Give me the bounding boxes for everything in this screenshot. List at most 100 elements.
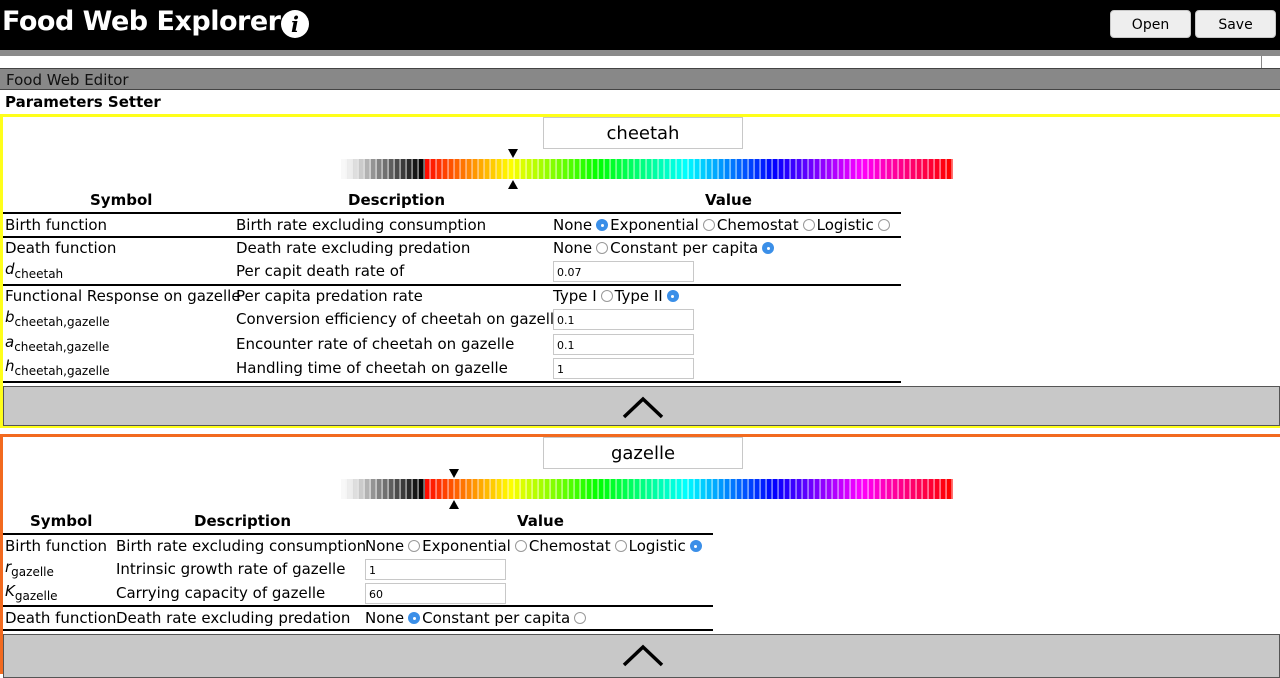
symbol-letter: h — [5, 357, 15, 375]
spectrum-stripe — [551, 479, 556, 499]
spectrum-stripe — [875, 479, 880, 499]
symbol-subscript: cheetah — [14, 267, 64, 281]
conversion-efficiency-input[interactable]: 0.1 — [553, 309, 694, 330]
spectrum-stripe — [479, 479, 484, 499]
spectrum-stripe — [629, 159, 634, 179]
top-bar: Food Web Explorer i Open Save — [0, 0, 1280, 50]
spectrum-stripe — [923, 479, 928, 499]
food-web-editor-header[interactable]: Food Web Editor — [0, 68, 1280, 90]
spectrum-stripe — [467, 159, 472, 179]
species-name-field[interactable]: gazelle — [543, 437, 743, 469]
option-label: Constant per capita — [610, 239, 759, 257]
radio-constant-per-capita[interactable] — [574, 612, 587, 624]
death-rate-desc: Per capit death rate of — [236, 262, 405, 280]
spectrum-stripe — [893, 159, 898, 179]
radio-none[interactable] — [596, 219, 609, 231]
spectrum-stripe — [563, 479, 568, 499]
spectrum-stripe — [389, 479, 394, 499]
radio-none[interactable] — [408, 540, 421, 552]
spectrum-stripe — [473, 479, 478, 499]
table-rule — [3, 605, 713, 607]
hue-marker-top[interactable] — [449, 469, 459, 478]
spectrum-stripe — [653, 159, 658, 179]
growth-rate-input[interactable]: 1 — [365, 559, 506, 580]
handling-time-desc: Handling time of cheetah on gazelle — [236, 359, 508, 377]
spectrum-stripe — [951, 479, 953, 499]
spectrum-stripe — [713, 479, 718, 499]
spectrum-stripe — [833, 479, 838, 499]
parameters-setter-title: Parameters Setter — [5, 93, 161, 111]
spectrum-stripe — [671, 479, 676, 499]
radio-constant-per-capita[interactable] — [762, 242, 775, 254]
hue-marker-bottom[interactable] — [449, 500, 459, 509]
spectrum-stripe — [587, 159, 592, 179]
symbol-letter: b — [5, 308, 15, 326]
birth-function-label: Birth function — [5, 537, 108, 555]
spectrum-stripe — [413, 479, 418, 499]
spectrum-stripe — [521, 159, 526, 179]
spectrum-stripe — [905, 159, 910, 179]
spectrum-stripe — [575, 479, 580, 499]
spectrum-stripe — [425, 479, 430, 499]
info-icon[interactable]: i — [281, 10, 309, 38]
death-rate-input[interactable]: 0.07 — [553, 261, 694, 282]
spectrum-stripe — [767, 479, 772, 499]
radio-logistic[interactable] — [689, 540, 702, 552]
carrying-capacity-input[interactable]: 60 — [365, 583, 506, 604]
spectrum-stripe — [653, 479, 658, 499]
divider-bar — [0, 50, 1280, 56]
spectrum-stripe — [917, 159, 922, 179]
table-rule — [3, 284, 901, 286]
spectrum-stripe — [455, 479, 460, 499]
spectrum-stripe — [737, 159, 742, 179]
column-header-description: Description — [348, 191, 446, 209]
spectrum-stripe — [521, 479, 526, 499]
spectrum-stripe — [341, 159, 346, 179]
radio-chemostat[interactable] — [614, 540, 627, 552]
encounter-rate-input[interactable]: 0.1 — [553, 334, 694, 355]
save-button[interactable]: Save — [1195, 10, 1276, 38]
spectrum-stripe — [833, 159, 838, 179]
conversion-efficiency-desc: Conversion efficiency of cheetah on gaze… — [236, 310, 564, 328]
radio-exponential[interactable] — [702, 219, 715, 231]
radio-exponential[interactable] — [514, 540, 527, 552]
spectrum-stripe — [371, 479, 376, 499]
radio-chemostat[interactable] — [802, 219, 815, 231]
symbol-h: hcheetah,gazelle — [5, 357, 110, 378]
spectrum-stripe — [941, 159, 946, 179]
spectrum-stripe — [515, 479, 520, 499]
radio-type-ii[interactable] — [666, 290, 679, 302]
spectrum-stripe — [413, 159, 418, 179]
spectrum-stripe — [951, 159, 953, 179]
spectrum-stripe — [353, 159, 358, 179]
column-header-description: Description — [194, 512, 292, 530]
spectrum-stripe — [839, 159, 844, 179]
color-spectrum-slider[interactable] — [335, 159, 953, 179]
spectrum-stripe — [845, 159, 850, 179]
open-button[interactable]: Open — [1110, 10, 1191, 38]
spectrum-stripe — [755, 479, 760, 499]
spectrum-stripe — [539, 479, 544, 499]
species-name-field[interactable]: cheetah — [543, 117, 743, 149]
radio-type-i[interactable] — [600, 290, 613, 302]
spectrum-stripe — [707, 479, 712, 499]
spectrum-stripe — [395, 479, 400, 499]
radio-logistic[interactable] — [877, 219, 890, 231]
collapse-panel-button[interactable] — [3, 634, 1280, 678]
collapse-panel-button[interactable] — [3, 386, 1280, 426]
spectrum-stripe — [641, 479, 646, 499]
spectrum-stripe — [617, 479, 622, 499]
scrollbar-stub[interactable] — [1261, 56, 1280, 68]
color-spectrum-slider[interactable] — [335, 479, 953, 499]
death-function-desc: Death rate excluding predation — [116, 609, 351, 627]
hue-marker-top[interactable] — [508, 149, 518, 158]
spectrum-stripe — [815, 159, 820, 179]
handling-time-input[interactable]: 1 — [553, 358, 694, 379]
spectrum-stripe — [863, 159, 868, 179]
spectrum-stripe — [779, 479, 784, 499]
radio-none[interactable] — [408, 612, 421, 624]
hue-marker-bottom[interactable] — [508, 180, 518, 189]
table-rule — [3, 381, 901, 383]
radio-none[interactable] — [596, 242, 609, 254]
spectrum-stripe — [785, 159, 790, 179]
